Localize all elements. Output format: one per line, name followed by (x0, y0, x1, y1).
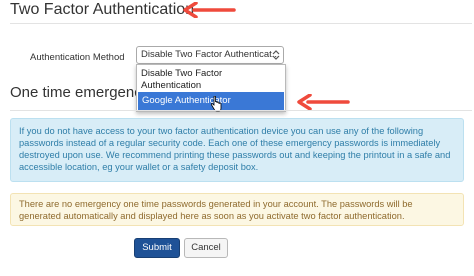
section-divider (10, 110, 472, 111)
title-divider (10, 23, 472, 24)
annotation-arrow-icon (183, 2, 236, 18)
submit-button[interactable]: Submit (134, 238, 180, 258)
info-alert: If you do not have access to your two fa… (10, 118, 464, 182)
dropdown-option-disable[interactable]: Disable Two Factor Authentication (141, 68, 281, 92)
warning-alert: There are no emergency one time password… (10, 193, 464, 226)
section-title: One time emergency (10, 84, 150, 101)
warning-alert-text: There are no emergency one time password… (19, 199, 413, 221)
select-value: Disable Two Factor Authenticat... (141, 49, 280, 60)
info-alert-text: If you do not have access to your two fa… (19, 126, 451, 172)
authentication-method-label: Authentication Method (30, 52, 125, 63)
annotation-arrow-icon (297, 94, 350, 110)
cancel-button[interactable]: Cancel (184, 238, 228, 258)
chevron-updown-icon (272, 50, 280, 60)
authentication-method-select[interactable]: Disable Two Factor Authenticat... (136, 46, 284, 64)
page-title: Two Factor Authentication (10, 1, 195, 18)
